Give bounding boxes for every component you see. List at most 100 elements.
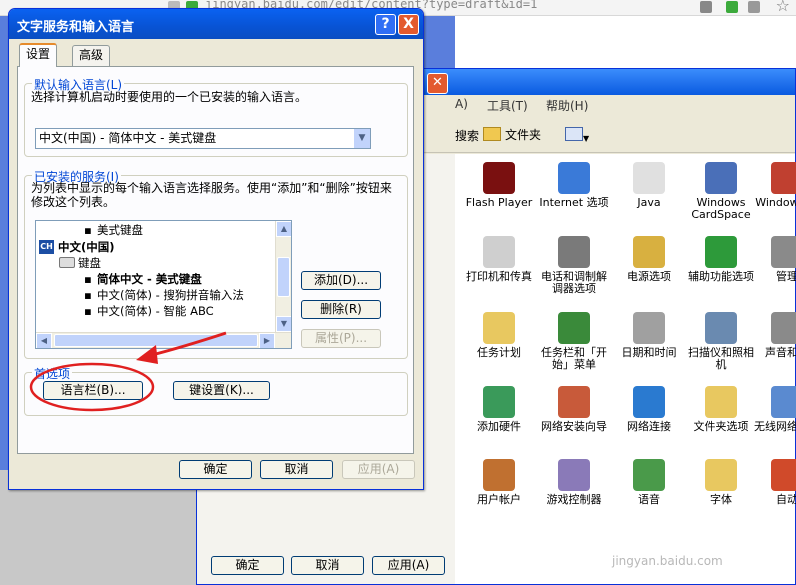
scanner-icon [705,312,737,344]
control-panel-item-label: 无线网络装向 [754,420,796,433]
cardspace-icon [705,162,737,194]
properties-button[interactable]: 属性(P)... [301,329,381,348]
control-panel-item[interactable]: 添加硬件 [463,386,535,433]
ok-button-back[interactable]: 确定 [211,556,284,575]
tab-settings[interactable]: 设置 [19,43,58,67]
tree-item-sogou[interactable]: 中文(简体) - 搜狗拼音输入法 [97,288,244,302]
phone-modem-icon [558,236,590,268]
java-icon [633,162,665,194]
control-panel-item[interactable]: 日期和时间 [613,312,685,359]
help-icon[interactable]: ? [375,14,396,35]
tree-item-keyboard[interactable]: 键盘 [78,256,101,270]
control-panel-item[interactable]: 网络安装向导 [538,386,610,433]
text-services-dialog: 文字服务和输入语言 ? X 设置 高级 默认输入语言(L) 选择计算机启动时要使… [8,8,424,490]
control-panel-item[interactable]: 电话和调制解调器选项 [538,236,610,295]
qr-icon[interactable] [700,1,712,13]
control-panel-item[interactable]: 辅助功能选项 [685,236,757,283]
tree-item-us-keyboard[interactable]: 美式键盘 [97,223,143,237]
control-panel-item[interactable]: 声音和设 [751,312,796,359]
installed-services-group: 已安装的服务(I) 为列表中显示的每个输入语言选择服务。使用“添加”和“删除”按… [24,168,408,359]
admin-tools-icon [771,236,796,268]
remove-button[interactable]: 删除(R) [301,300,381,319]
control-panel-item[interactable]: 网络连接 [613,386,685,433]
scroll-down-icon[interactable]: ▼ [276,316,291,332]
scroll-left-icon[interactable]: ◀ [36,333,52,348]
cancel-button[interactable]: 取消 [260,460,333,479]
control-panel-item[interactable]: 用户帐户 [463,459,535,506]
control-panel-item[interactable]: 自动 [751,459,796,506]
vertical-scrollbar[interactable]: ▲ ▼ [275,221,291,332]
bullet-icon: ▪ [84,304,92,318]
control-panel-item[interactable]: 游戏控制器 [538,459,610,506]
scroll-right-icon[interactable]: ▶ [259,333,275,348]
default-language-select[interactable]: 中文(中国) - 简体中文 - 美式键盘 ▼ [35,128,371,149]
add-hardware-icon [483,386,515,418]
control-panel-item[interactable]: 电源选项 [613,236,685,283]
tree-item-smart-abc[interactable]: 中文(简体) - 智能 ABC [97,304,214,318]
keyboard-icon [59,257,75,268]
control-panel-item[interactable]: 管理 [751,236,796,283]
control-panel-item[interactable]: Internet 选项 [538,162,610,209]
control-panel-item-label: Windows 火 [755,196,796,209]
bullet-icon: ▪ [84,272,92,286]
language-bar-button[interactable]: 语言栏(B)... [43,381,143,400]
control-panel-item-label: 网络安装向导 [541,420,607,433]
control-panel-item[interactable]: 字体 [685,459,757,506]
views-button[interactable]: ▼ [565,123,595,145]
control-panel-item[interactable]: 文件夹选项 [685,386,757,433]
preferences-group: 首选项 语言栏(B)... 键设置(K)... [24,365,408,416]
add-button[interactable]: 添加(D)... [301,271,381,290]
folders-button[interactable]: 文件夹 [483,123,541,145]
star-icon[interactable]: ☆ [776,0,790,15]
key-settings-button[interactable]: 键设置(K)... [173,381,270,400]
control-panel-item[interactable]: 无线网络装向 [751,386,796,433]
control-panel-item[interactable]: 任务计划 [463,312,535,359]
installed-services-tree[interactable]: ▪ 美式键盘 CH 中文(中国) 键盘 ▪ 简体中文 - 美式键盘 ▪ 中文(简… [35,220,292,349]
speech-icon [633,459,665,491]
network-setup-icon [558,386,590,418]
control-panel-item-label: 语音 [638,493,660,506]
ok-button[interactable]: 确定 [179,460,252,479]
tab-advanced[interactable]: 高级 [72,45,111,66]
sound-icon [771,312,796,344]
control-panel-item[interactable]: Flash Player [463,162,535,209]
control-panel-item[interactable]: Java [613,162,685,209]
printer-icon [483,236,515,268]
control-panel-item[interactable]: 扫描仪和照相机 [685,312,757,371]
menu-item[interactable]: A) [455,97,468,111]
menu-item-tools[interactable]: 工具(T) [487,97,528,114]
control-panel-item[interactable]: 任务栏和「开始」菜单 [538,312,610,371]
close-icon[interactable]: X [398,14,419,35]
dialog-titlebar[interactable]: 文字服务和输入语言 ? X [9,9,423,39]
tree-item-chinese[interactable]: 中文(中国) [58,240,115,254]
lock-icon [726,1,738,13]
control-panel-item-label: 日期和时间 [621,346,677,359]
settings-panel: 默认输入语言(L) 选择计算机启动时要使用的一个已安装的输入语言。 中文(中国)… [17,66,414,454]
control-panel-item[interactable]: Windows CardSpace [685,162,757,221]
horizontal-scrollbar[interactable]: ◀ ▶ [36,332,291,348]
tree-item-simplified-us[interactable]: 简体中文 - 美式键盘 [97,272,202,286]
scroll-thumb[interactable] [277,257,290,297]
control-panel-item-label: 辅助功能选项 [688,270,754,283]
cancel-button-back[interactable]: 取消 [291,556,364,575]
eye-icon[interactable] [748,1,760,13]
preferences-label: 首选项 [32,365,73,382]
control-panel-item[interactable]: 打印机和传真 [463,236,535,283]
firewall-icon [771,162,796,194]
apply-button-back[interactable]: 应用(A) [372,556,445,575]
chevron-down-icon: ▼ [583,134,590,143]
control-panel-item[interactable]: 语音 [613,459,685,506]
apply-button[interactable]: 应用(A) [342,460,415,479]
folders-label: 文件夹 [505,127,542,142]
control-panel-item-label: 网络连接 [627,420,671,433]
scroll-up-icon[interactable]: ▲ [276,221,291,237]
control-panel-item-label: Flash Player [465,196,533,209]
close-icon[interactable]: ✕ [427,73,448,94]
menu-item-help[interactable]: 帮助(H) [546,97,588,114]
bullet-icon: ▪ [84,223,92,237]
scroll-thumb[interactable] [54,334,258,347]
control-panel-item[interactable]: Windows 火 [751,162,796,209]
accessibility-icon [705,236,737,268]
chevron-down-icon[interactable]: ▼ [353,129,370,148]
search-button[interactable]: 搜索 [455,127,479,144]
